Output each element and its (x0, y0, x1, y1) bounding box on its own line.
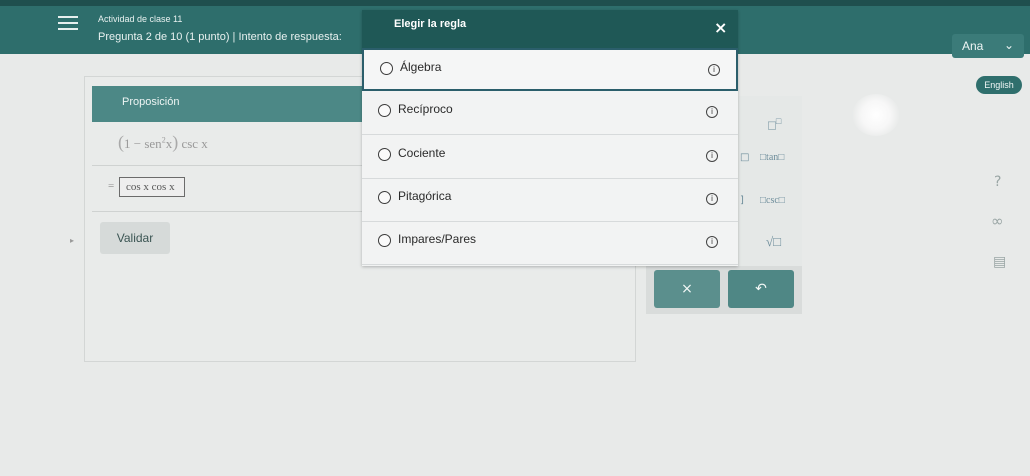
clear-button[interactable]: × (654, 270, 720, 308)
arrow-icon: ▸ (70, 236, 75, 245)
csc-key[interactable]: □csc□ (760, 195, 785, 206)
info-icon[interactable]: i (706, 193, 718, 205)
proposition-expression: (1 − sen2x) csc x (118, 132, 208, 152)
radio-button[interactable] (378, 234, 391, 247)
info-icon[interactable]: i (706, 106, 718, 118)
top-bar-strip (0, 0, 1030, 6)
option-pitagorica[interactable]: Pitagórica i (362, 179, 738, 222)
equals-sign: = (108, 180, 115, 192)
divider (92, 165, 372, 166)
option-impares-pares[interactable]: Impares/Pares i (362, 222, 738, 265)
sqrt-key[interactable]: √□ (766, 234, 781, 250)
validate-button[interactable]: Validar (100, 222, 170, 254)
document-icon[interactable]: ▤ (993, 254, 1006, 270)
tan-key[interactable]: □tan□ (760, 152, 784, 163)
option-algebra[interactable]: Álgebra i (362, 48, 738, 91)
option-label: Recíproco (398, 102, 453, 116)
chevron-down-icon: ⌄ (1003, 38, 1014, 52)
language-button[interactable]: English (976, 76, 1022, 94)
divider (92, 211, 372, 212)
light-glare (852, 94, 900, 136)
info-icon[interactable]: i (706, 150, 718, 162)
user-name: Ana (962, 39, 984, 53)
info-icon[interactable]: i (706, 236, 718, 248)
option-reciproco[interactable]: Recíproco i (362, 92, 738, 135)
course-title: Actividad de clase 11 (98, 14, 183, 24)
undo-button[interactable]: ↶ (728, 270, 794, 308)
proposition-header: Proposición (92, 86, 372, 122)
radio-button[interactable] (378, 191, 391, 204)
user-menu-button[interactable]: Ana ⌄ (952, 34, 1024, 58)
radio-button[interactable] (378, 104, 391, 117)
radio-button[interactable] (380, 62, 393, 75)
palette-key-fragment[interactable]: ] (740, 195, 744, 206)
question-info: Pregunta 2 de 10 (1 punto) | Intento de … (98, 31, 342, 43)
palette-key-fragment[interactable]: □ (740, 152, 749, 163)
modal-title: Elegir la regla (394, 18, 467, 30)
help-icon[interactable]: ? (994, 174, 1001, 190)
option-label: Álgebra (400, 60, 442, 74)
info-icon[interactable]: i (708, 64, 720, 76)
expression-input[interactable]: cos x cos x (119, 177, 185, 197)
radio-button[interactable] (378, 148, 391, 161)
infinity-icon[interactable]: ∞ (991, 212, 1004, 230)
close-icon[interactable]: × (714, 18, 727, 37)
option-label: Impares/Pares (398, 232, 477, 246)
option-label: Pitagórica (398, 189, 452, 203)
option-label: Cociente (398, 146, 446, 160)
hamburger-menu-icon[interactable] (58, 16, 78, 32)
option-cociente[interactable]: Cociente i (362, 136, 738, 179)
power-key[interactable]: □□ (768, 116, 781, 133)
